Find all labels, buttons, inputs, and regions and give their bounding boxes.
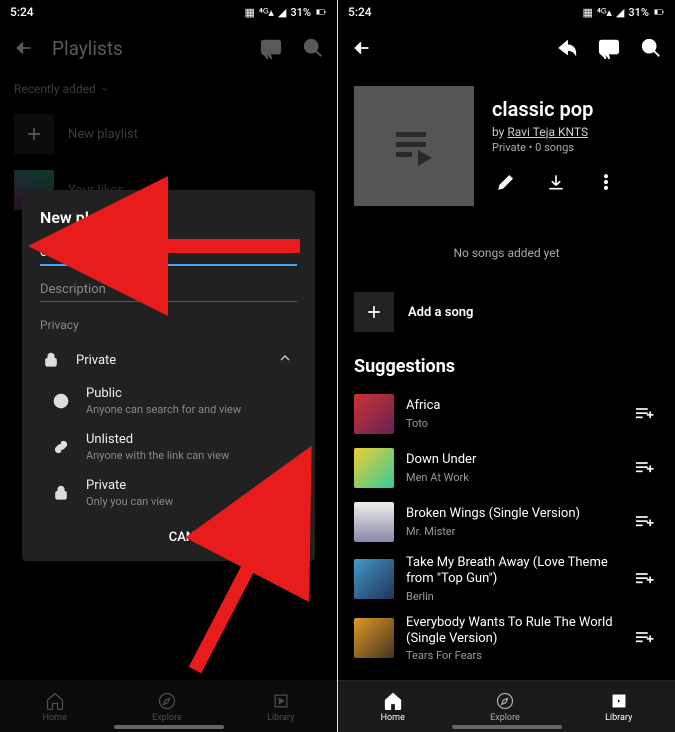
edit-icon[interactable] <box>492 168 520 196</box>
status-icons: ▦⁴ᴳ▴◢ 31% <box>244 6 327 19</box>
lock-icon <box>40 351 62 369</box>
suggestions-title: Suggestions <box>338 340 675 387</box>
gesture-bar <box>452 725 562 729</box>
add-to-playlist-icon[interactable] <box>633 631 659 645</box>
top-bar <box>338 24 675 72</box>
privacy-option-private[interactable]: Private Only you can view <box>40 470 297 516</box>
lock-icon <box>50 484 72 502</box>
status-battery: 31% <box>628 6 649 19</box>
cast-icon[interactable] <box>257 34 285 62</box>
playlist-header: classic pop by Ravi Teja KNTS Private • … <box>338 72 675 216</box>
privacy-label: Privacy <box>40 318 297 332</box>
search-icon[interactable] <box>637 34 665 62</box>
song-thumb <box>354 502 394 542</box>
playlist-name: classic pop <box>492 97 659 121</box>
suggestion-row[interactable]: Everybody Wants To Rule The World (Singl… <box>338 609 675 669</box>
cancel-button[interactable]: CANCEL <box>169 530 218 545</box>
add-to-playlist-icon[interactable] <box>633 407 659 421</box>
status-bar: 5:24 ▦⁴ᴳ▴◢ 31% <box>338 0 675 24</box>
plus-icon <box>354 292 394 332</box>
nav-library[interactable]: Library <box>605 691 632 723</box>
suggestion-row[interactable]: Broken Wings (Single Version)Mr. Mister <box>338 495 675 549</box>
suggestion-row[interactable]: AfricaToto <box>338 387 675 441</box>
privacy-selected[interactable]: Private <box>40 342 297 378</box>
song-thumb <box>354 618 394 658</box>
song-thumb <box>354 448 394 488</box>
share-icon[interactable] <box>553 34 581 62</box>
playlist-name-field[interactable]: classic pop <box>40 245 297 266</box>
playlist-art <box>354 86 474 206</box>
cast-icon[interactable] <box>595 34 623 62</box>
status-time: 5:24 <box>10 5 34 19</box>
status-bar: 5:24 ▦⁴ᴳ▴◢ 31% <box>0 0 337 24</box>
playlist-sub: Private • 0 songs <box>492 141 659 154</box>
privacy-option-unlisted[interactable]: Unlisted Anyone with the link can view <box>40 424 297 470</box>
suggestion-row[interactable]: Down UnderMen At Work <box>338 441 675 495</box>
top-bar: Playlists <box>0 24 337 72</box>
sort-dropdown[interactable]: Recently added <box>14 76 323 106</box>
search-icon[interactable] <box>299 34 327 62</box>
playlist-desc-field[interactable]: Description <box>40 282 297 302</box>
chevron-up-icon <box>277 350 297 370</box>
playlist-by: by Ravi Teja KNTS <box>492 125 659 139</box>
add-song-row[interactable]: Add a song <box>338 284 675 340</box>
song-thumb <box>354 394 394 434</box>
empty-message: No songs added yet <box>338 216 675 284</box>
link-icon <box>50 438 72 456</box>
new-playlist-row[interactable]: New playlist <box>14 106 323 162</box>
more-icon[interactable] <box>592 168 620 196</box>
suggestion-row[interactable]: Take My Breath Away (Love Theme from "To… <box>338 549 675 609</box>
song-thumb <box>354 559 394 599</box>
back-icon[interactable] <box>348 34 376 62</box>
new-playlist-modal: New playlist classic pop Description Pri… <box>22 190 315 561</box>
nav-home[interactable]: Home <box>381 691 405 723</box>
phone-right: 5:24 ▦⁴ᴳ▴◢ 31% classic pop by Ravi Teja … <box>338 0 675 732</box>
nav-explore[interactable]: Explore <box>490 691 520 723</box>
status-icons: ▦⁴ᴳ▴◢ 31% <box>582 6 665 19</box>
nav-explore[interactable]: Explore <box>152 691 182 723</box>
add-to-playlist-icon[interactable] <box>633 515 659 529</box>
download-icon[interactable] <box>542 168 570 196</box>
add-to-playlist-icon[interactable] <box>633 461 659 475</box>
plus-icon <box>14 114 54 154</box>
add-to-playlist-icon[interactable] <box>633 572 659 586</box>
back-icon[interactable] <box>10 34 38 62</box>
privacy-option-public[interactable]: Public Anyone can search for and view <box>40 378 297 424</box>
nav-library[interactable]: Library <box>267 691 294 723</box>
globe-icon <box>50 392 72 410</box>
status-battery: 31% <box>290 6 311 19</box>
playlist-author[interactable]: Ravi Teja KNTS <box>507 125 588 139</box>
modal-title: New playlist <box>40 208 297 227</box>
create-button[interactable]: CREATE <box>244 530 291 545</box>
gesture-bar <box>114 725 224 729</box>
nav-home[interactable]: Home <box>43 691 67 723</box>
page-title: Playlists <box>52 37 123 60</box>
status-time: 5:24 <box>348 5 372 19</box>
phone-left: 5:24 ▦⁴ᴳ▴◢ 31% Playlists Recently added <box>0 0 337 732</box>
